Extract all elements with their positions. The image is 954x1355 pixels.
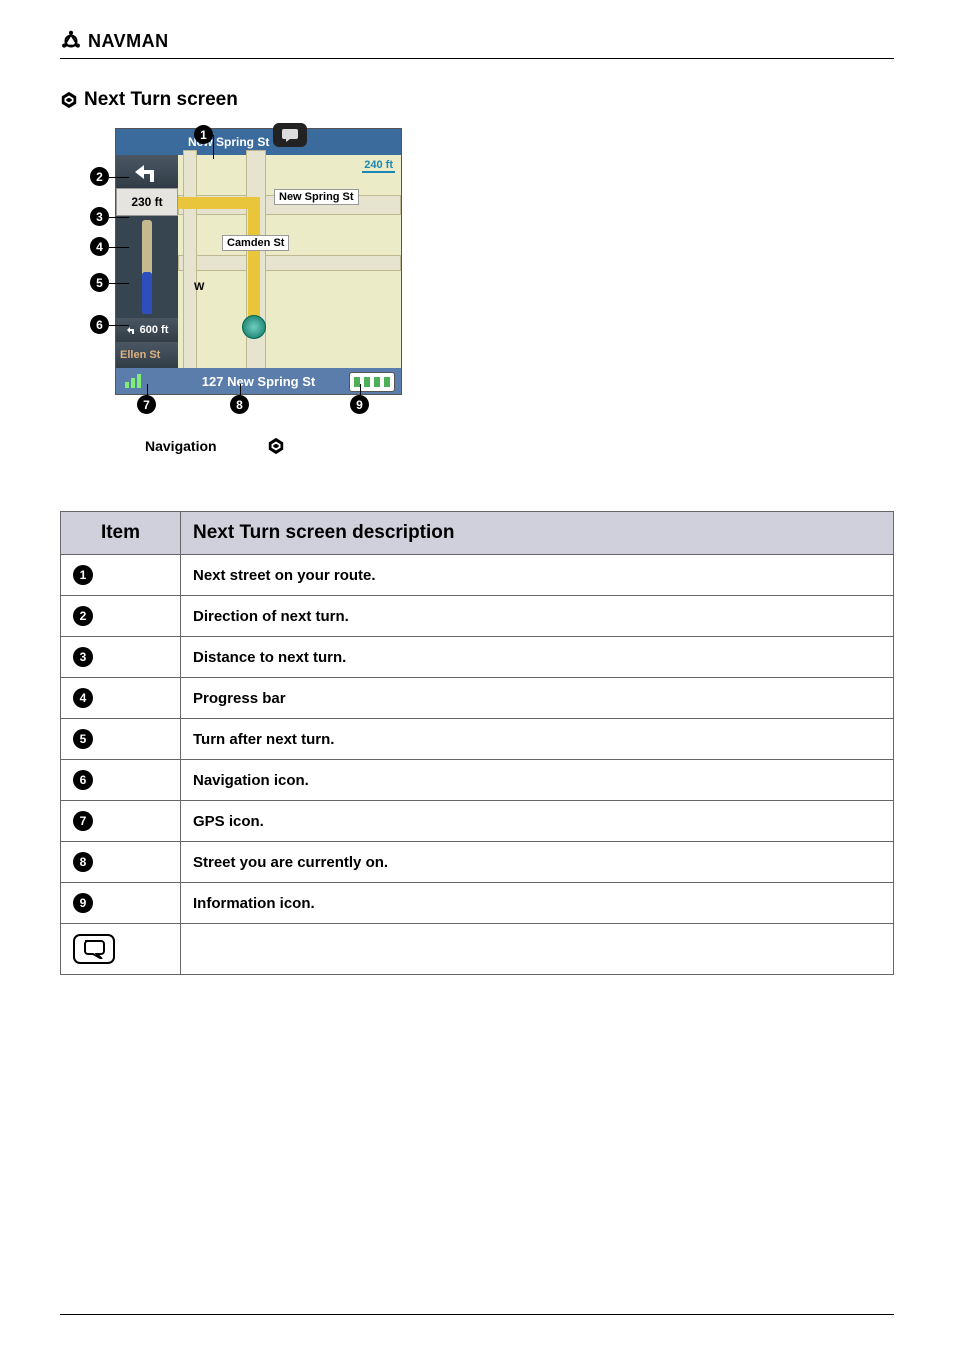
item-description: Turn after next turn. [181,719,894,760]
item-number-icon: 9 [73,893,93,913]
navigation-label: Navigation [145,438,217,454]
speech-bubble-icon [73,934,115,964]
table-row: 1 Next street on your route. [61,555,894,596]
item-number-icon: 2 [73,606,93,626]
hexagon-icon [60,91,78,109]
table-row: 6 Navigation icon. [61,760,894,801]
footer-divider [60,1314,894,1315]
navigation-icon-area: Ellen St [116,342,178,368]
diagram: New Spring St 230 ft 600 ft Ellen St [60,123,410,423]
navman-logo-icon [60,30,82,52]
table-row: 3 Distance to next turn. [61,637,894,678]
callout-4: 4 [90,237,109,256]
table-header-desc: Next Turn screen description [181,512,894,555]
diagram-caption: Navigation [60,437,894,455]
hexagon-icon [267,437,285,455]
gps-icon [122,372,144,390]
item-description: Information icon. [181,883,894,924]
distance-next-turn: 230 ft [116,188,178,216]
callout-2: 2 [90,167,109,186]
item-number-icon: 5 [73,729,93,749]
map-scale: 240 ft [362,159,395,173]
callout-1: 1 [194,125,213,144]
turn-arrow-icon [116,155,178,188]
callout-8: 8 [230,395,249,414]
current-street-label: 127 New Spring St [202,374,315,389]
table-row: 2 Direction of next turn. [61,596,894,637]
ellen-st-label: Ellen St [120,349,160,361]
callout-6: 6 [90,315,109,334]
street-label-camden: Camden St [222,235,289,251]
vehicle-position-icon [242,315,266,339]
map-bottom-bar: 127 New Spring St [116,368,401,394]
table-row: 5 Turn after next turn. [61,719,894,760]
speech-button-icon [273,123,307,147]
item-number-icon: 1 [73,565,93,585]
callout-5: 5 [90,273,109,292]
item-number-icon: 8 [73,852,93,872]
item-description: Street you are currently on. [181,842,894,883]
item-description: Navigation icon. [181,760,894,801]
table-row: 9 Information icon. [61,883,894,924]
turn-after-next: 600 ft [116,318,178,342]
distance-after-next: 600 ft [140,324,169,336]
item-number-icon: 3 [73,647,93,667]
map-frame: New Spring St 230 ft 600 ft Ellen St [115,128,402,395]
item-description: Progress bar [181,678,894,719]
item-number-icon: 4 [73,688,93,708]
table-row: 8 Street you are currently on. [61,842,894,883]
brand-name: NAVMAN [88,31,169,52]
brand-header: NAVMAN [60,30,894,59]
map-canvas: 240 ft New Spring St Camden St W [178,155,401,368]
section-title: Next Turn screen [84,89,238,111]
item-description: Next street on your route. [181,555,894,596]
table-row: 4 Progress bar [61,678,894,719]
item-description: Direction of next turn. [181,596,894,637]
information-icon [349,372,395,392]
item-number-icon: 7 [73,811,93,831]
progress-bar [116,216,178,318]
callout-7: 7 [137,395,156,414]
item-description: GPS icon. [181,801,894,842]
item-description [181,924,894,975]
left-panel: 230 ft 600 ft Ellen St [116,155,178,368]
callout-9: 9 [350,395,369,414]
item-description: Distance to next turn. [181,637,894,678]
w-marker: W [194,281,204,293]
table-row [61,924,894,975]
callout-3: 3 [90,207,109,226]
description-table: Item Next Turn screen description 1 Next… [60,511,894,975]
section-heading: Next Turn screen [60,89,894,111]
table-row: 7 GPS icon. [61,801,894,842]
street-label-spring: New Spring St [274,189,359,205]
table-header-item: Item [61,512,181,555]
item-number-icon: 6 [73,770,93,790]
